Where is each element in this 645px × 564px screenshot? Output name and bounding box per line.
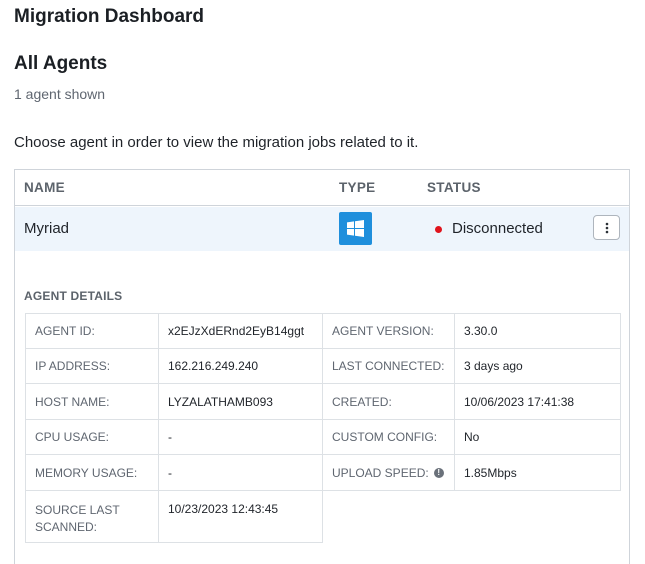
source-scanned-label-cell: SOURCE LAST SCANNED: xyxy=(25,490,159,543)
host-name-label: HOST NAME: xyxy=(35,394,110,409)
source-last-scanned-value: 10/23/2023 12:43:45 xyxy=(168,502,279,516)
memory-label-cell: MEMORY USAGE: xyxy=(25,454,159,491)
memory-usage-label: MEMORY USAGE: xyxy=(35,465,138,480)
source-scanned-value-cell: 10/23/2023 12:43:45 xyxy=(158,490,323,543)
status-text: Disconnected xyxy=(452,220,543,237)
last-connected-label-cell: LAST CONNECTED: xyxy=(322,348,455,384)
upload-speed-value: 1.85Mbps xyxy=(464,465,517,480)
status-dot-icon xyxy=(435,226,442,233)
agent-id-label-cell: AGENT ID: xyxy=(25,313,159,349)
windows-icon xyxy=(339,212,372,245)
cpu-value-cell: - xyxy=(158,419,323,455)
agent-version-label: AGENT VERSION: xyxy=(332,324,434,338)
source-last-scanned-label: SOURCE LAST SCANNED: xyxy=(35,503,120,534)
table-row[interactable]: Myriad Disconnected xyxy=(15,207,629,251)
info-icon[interactable]: ! xyxy=(433,467,444,478)
table-header: NAME TYPE STATUS xyxy=(15,170,629,206)
cpu-usage-label: CPU USAGE: xyxy=(35,430,110,444)
column-header-name[interactable]: NAME xyxy=(24,180,65,195)
upload-speed-label: UPLOAD SPEED: xyxy=(332,465,429,480)
agent-details-title: AGENT DETAILS xyxy=(24,289,123,303)
agent-id-value-cell: x2EJzXdERnd2EyB14ggt xyxy=(158,313,323,349)
host-name-value: LYZALATHAMB093 xyxy=(168,394,273,409)
agent-version-value: 3.30.0 xyxy=(464,324,498,338)
agent-count: 1 agent shown xyxy=(14,86,106,102)
memory-usage-value: - xyxy=(168,465,172,480)
agent-version-label-cell: AGENT VERSION: xyxy=(322,313,455,349)
ip-address-label: IP ADDRESS: xyxy=(35,359,111,373)
last-connected-value-cell: 3 days ago xyxy=(454,348,621,384)
custom-config-label-cell: CUSTOM CONFIG: xyxy=(322,419,455,455)
host-label-cell: HOST NAME: xyxy=(25,383,159,420)
created-label-cell: CREATED: xyxy=(322,383,455,420)
custom-config-value-cell: No xyxy=(454,419,621,455)
agent-id-label: AGENT ID: xyxy=(35,324,95,338)
ip-label-cell: IP ADDRESS: xyxy=(25,348,159,384)
agent-id-value: x2EJzXdERnd2EyB14ggt xyxy=(168,324,305,338)
custom-config-label: CUSTOM CONFIG: xyxy=(332,430,438,444)
created-label: CREATED: xyxy=(332,394,392,409)
upload-speed-value-cell: 1.85Mbps xyxy=(454,454,621,491)
section-title: All Agents xyxy=(14,53,108,74)
agent-name: Myriad xyxy=(24,220,70,237)
instruction-text: Choose agent in order to view the migrat… xyxy=(14,134,419,151)
page-title: Migration Dashboard xyxy=(14,6,205,27)
memory-value-cell: - xyxy=(158,454,323,491)
kebab-icon xyxy=(605,222,608,233)
cpu-usage-value: - xyxy=(168,430,172,444)
agent-version-value-cell: 3.30.0 xyxy=(454,313,621,349)
column-header-status[interactable]: STATUS xyxy=(427,180,481,195)
created-value-cell: 10/06/2023 17:41:38 xyxy=(454,383,621,420)
upload-speed-label-cell: UPLOAD SPEED: ! xyxy=(322,454,455,491)
host-value-cell: LYZALATHAMB093 xyxy=(158,383,323,420)
column-header-type[interactable]: TYPE xyxy=(339,180,375,195)
agents-table: NAME TYPE STATUS Myriad Disconnected AGE… xyxy=(14,169,630,564)
created-value: 10/06/2023 17:41:38 xyxy=(464,394,575,409)
last-connected-label: LAST CONNECTED: xyxy=(332,359,445,373)
last-connected-value: 3 days ago xyxy=(464,359,523,373)
more-options-button[interactable] xyxy=(593,215,620,240)
cpu-label-cell: CPU USAGE: xyxy=(25,419,159,455)
custom-config-value: No xyxy=(464,430,480,444)
ip-address-value: 162.216.249.240 xyxy=(168,359,259,373)
ip-value-cell: 162.216.249.240 xyxy=(158,348,323,384)
